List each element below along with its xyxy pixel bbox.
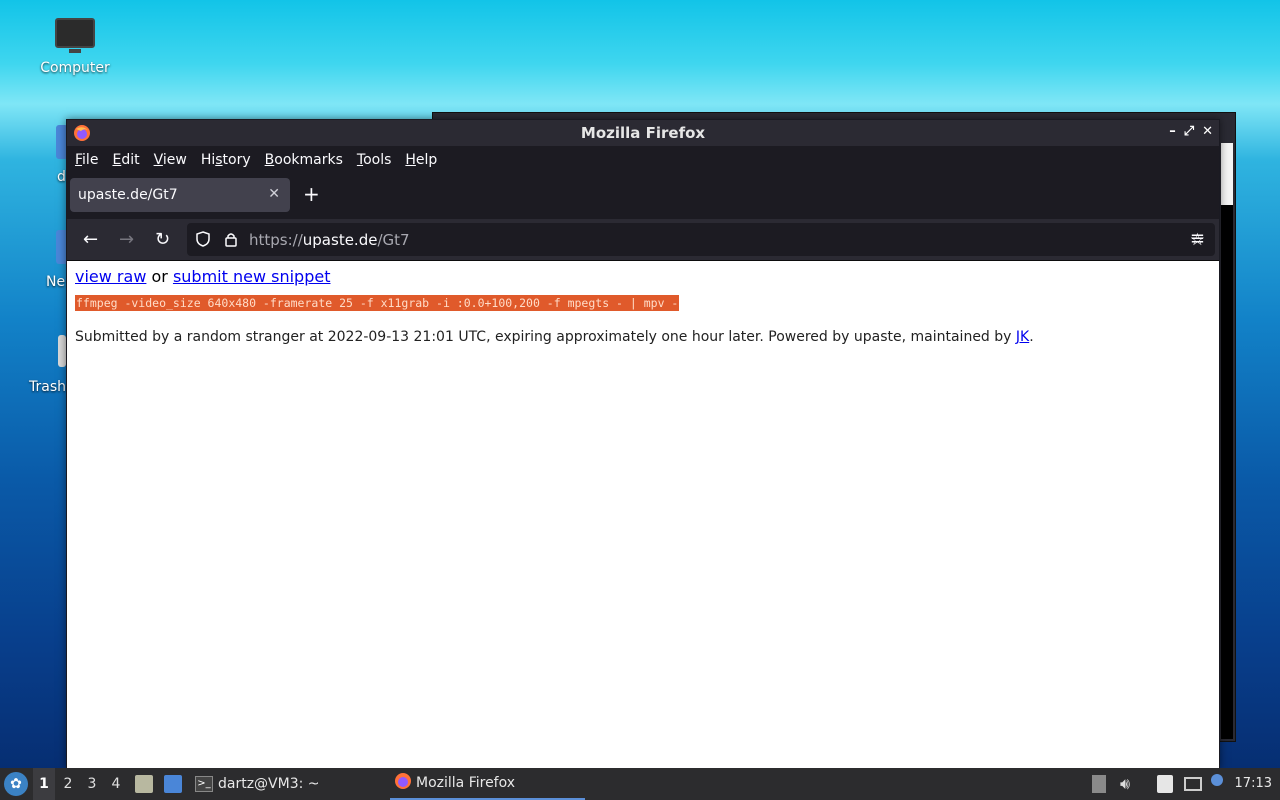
- menu-help[interactable]: Help: [405, 152, 437, 168]
- eject-icon[interactable]: [1092, 775, 1106, 793]
- app-menu-button[interactable]: ≡: [1190, 228, 1205, 249]
- task-label: dartz@VM3: ~: [218, 776, 320, 792]
- desktop-icon-label: Trash: [29, 379, 66, 395]
- background-window-content: [1221, 205, 1233, 739]
- lock-icon[interactable]: [223, 231, 239, 251]
- terminal-icon: >_: [195, 776, 213, 792]
- tracking-shield-icon[interactable]: [195, 231, 211, 251]
- tab-label: upaste.de/Gt7: [78, 187, 178, 203]
- menubar: File Edit View History Bookmarks Tools H…: [67, 146, 1219, 174]
- start-menu-icon[interactable]: ✿: [4, 772, 28, 796]
- maintainer-link[interactable]: JK: [1016, 329, 1029, 345]
- back-button[interactable]: ←: [83, 229, 98, 250]
- network-icon[interactable]: [1184, 777, 1202, 791]
- url-bar[interactable]: https://upaste.de/Gt7 ☆: [187, 223, 1215, 256]
- tab-bar: upaste.de/Gt7 ✕ +: [67, 174, 1219, 219]
- close-button[interactable]: ✕: [1202, 124, 1213, 139]
- code-snippet: ffmpeg -video_size 640x480 -framerate 25…: [75, 295, 680, 311]
- reload-button[interactable]: ↻: [155, 229, 170, 250]
- clipboard-icon[interactable]: [1157, 775, 1173, 793]
- desktop-icon-label: d: [57, 169, 66, 185]
- menu-history[interactable]: History: [201, 152, 251, 168]
- menu-tools[interactable]: Tools: [357, 152, 392, 168]
- page-content: view raw or submit new snippet ffmpeg -v…: [67, 261, 1219, 768]
- clock[interactable]: 17:13: [1235, 768, 1272, 800]
- window-titlebar[interactable]: Mozilla Firefox – ⤢ ✕: [67, 120, 1219, 146]
- notification-icon[interactable]: [1211, 774, 1223, 786]
- task-firefox[interactable]: Mozilla Firefox: [390, 768, 585, 800]
- workspace-4[interactable]: 4: [105, 768, 127, 800]
- trash-icon[interactable]: [58, 335, 66, 367]
- tab-close-icon[interactable]: ✕: [268, 186, 280, 202]
- task-label: Mozilla Firefox: [416, 775, 516, 791]
- menu-edit[interactable]: Edit: [112, 152, 139, 168]
- url-scheme: https://: [249, 230, 303, 249]
- task-terminal[interactable]: >_ dartz@VM3: ~: [195, 768, 375, 800]
- forward-button[interactable]: →: [119, 229, 134, 250]
- or-text: or: [146, 267, 173, 286]
- menu-file[interactable]: File: [75, 152, 98, 168]
- desktop-icon-computer[interactable]: Computer: [30, 18, 120, 76]
- show-desktop-icon[interactable]: [164, 775, 182, 793]
- file-manager-icon[interactable]: [135, 775, 153, 793]
- menu-view[interactable]: View: [154, 152, 187, 168]
- submit-new-snippet-link[interactable]: submit new snippet: [173, 267, 331, 286]
- firefox-window: Mozilla Firefox – ⤢ ✕ File Edit View His…: [66, 119, 1220, 769]
- workspace-3[interactable]: 3: [81, 768, 103, 800]
- taskbar: ✿ 1 2 3 4 >_ dartz@VM3: ~ Mozilla Firefo…: [0, 768, 1280, 800]
- view-raw-link[interactable]: view raw: [75, 267, 146, 286]
- tab-upaste[interactable]: upaste.de/Gt7 ✕: [70, 178, 290, 212]
- url-host: upaste.de: [302, 230, 378, 249]
- volume-icon[interactable]: 🔊︎: [1120, 775, 1138, 793]
- workspace-2[interactable]: 2: [57, 768, 79, 800]
- window-title: Mozilla Firefox: [580, 124, 706, 142]
- navigation-toolbar: ← → ↻ https://upaste.de/Gt7 ☆ ≡: [67, 219, 1219, 261]
- url-path: /Gt7: [377, 230, 410, 249]
- footer-end: .: [1029, 329, 1034, 345]
- background-window-strip: [1221, 143, 1233, 205]
- desktop-icon-label: Computer: [40, 60, 110, 76]
- desktop-icon-label: Ne: [46, 274, 66, 290]
- menu-bookmarks[interactable]: Bookmarks: [265, 152, 343, 168]
- workspace-1[interactable]: 1: [33, 768, 55, 800]
- computer-icon: [55, 18, 95, 53]
- footer-text: Submitted by a random stranger at 2022-0…: [75, 329, 1016, 345]
- maximize-button[interactable]: ⤢: [1184, 124, 1194, 139]
- firefox-icon: [394, 772, 412, 794]
- page-links: view raw or submit new snippet: [75, 267, 1211, 286]
- minimize-button[interactable]: –: [1169, 124, 1176, 139]
- new-tab-button[interactable]: +: [303, 182, 320, 206]
- firefox-logo-icon: [73, 124, 91, 146]
- page-footer: Submitted by a random stranger at 2022-0…: [75, 329, 1211, 345]
